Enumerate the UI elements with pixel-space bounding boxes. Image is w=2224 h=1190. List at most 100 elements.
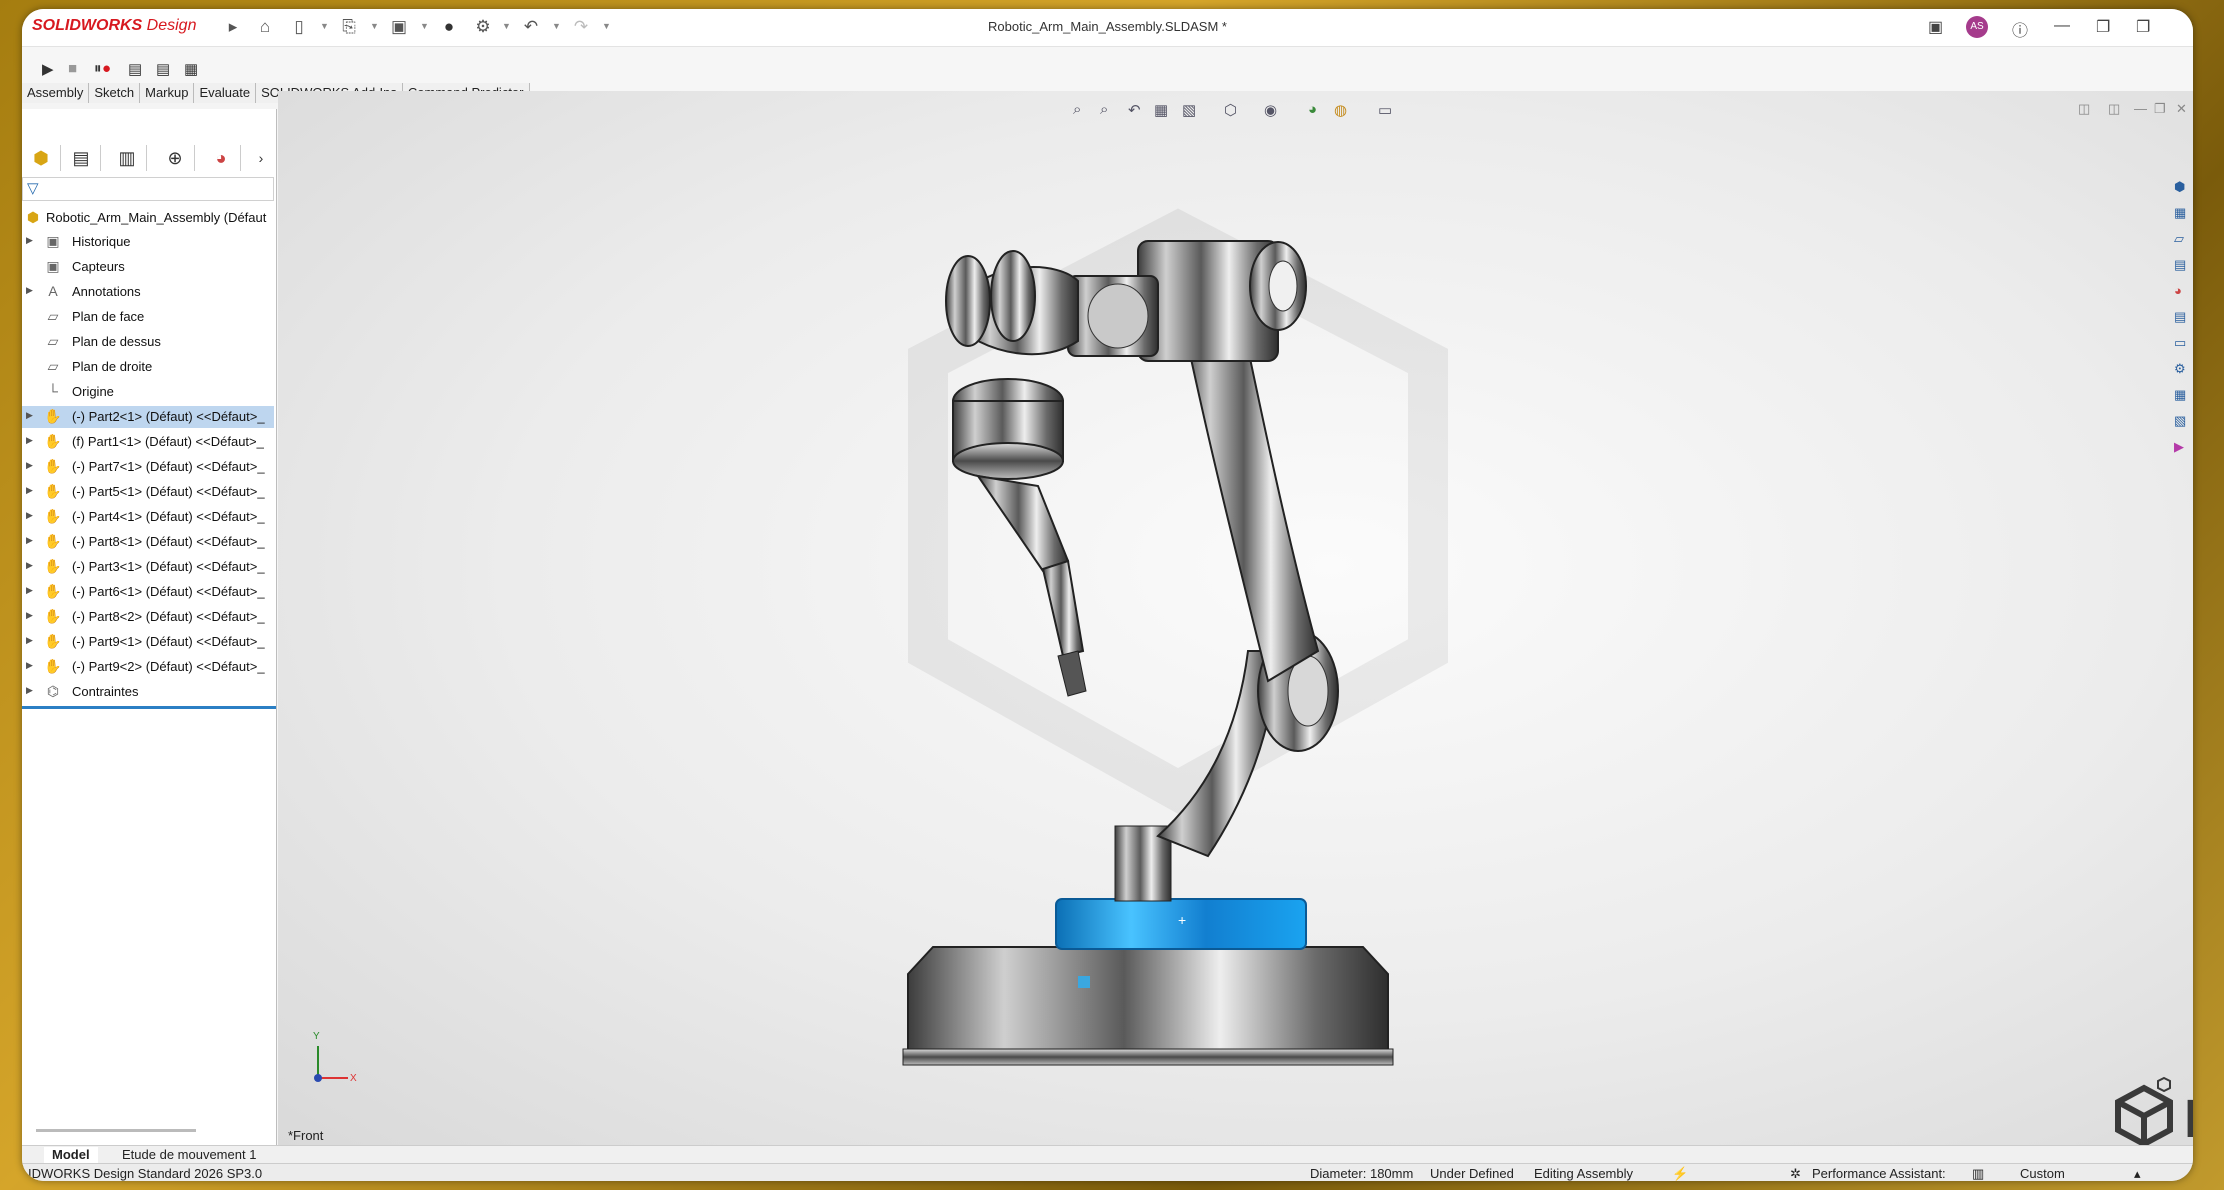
display-manager-icon[interactable]: ◕: [202, 145, 241, 171]
avatar[interactable]: AS: [1966, 16, 1988, 38]
robotic-arm-model[interactable]: +: [278, 91, 2193, 1145]
base-plate[interactable]: [902, 1048, 1394, 1066]
close-window-icon[interactable]: ❐: [2136, 17, 2150, 37]
tree-item-part5-1[interactable]: ▶ ✋ (-) Part5<1> (Défaut) <<Défaut>_: [22, 481, 274, 503]
tree-item-part9-2[interactable]: ▶ ✋ (-) Part9<2> (Défaut) <<Défaut>_: [22, 656, 274, 678]
expand-arrow-icon[interactable]: ▶: [26, 560, 33, 571]
tab-evaluate[interactable]: Evaluate: [194, 83, 257, 103]
gripper-tip: [1057, 650, 1087, 697]
tree-filter[interactable]: ▽: [22, 177, 274, 201]
performance-assistant[interactable]: Performance Assistant:: [1812, 1166, 1946, 1181]
tree-item-historique[interactable]: ▶ ▣ Historique: [22, 231, 274, 253]
graphics-viewport[interactable]: ⌕ ⌕ ↶ ▦ ▧ ⬡ ◉ ◕ ◍ ▭ ◫ ◫ — ❐ ✕ + Y X *Fro…: [278, 91, 2193, 1149]
expand-arrow-icon[interactable]: ▶: [26, 460, 33, 471]
tree-item-part4-1[interactable]: ▶ ✋ (-) Part4<1> (Défaut) <<Défaut>_: [22, 506, 274, 528]
expand-arrow-icon[interactable]: ▶: [26, 285, 33, 296]
tree-item-part3-1[interactable]: ▶ ✋ (-) Part3<1> (Défaut) <<Défaut>_: [22, 556, 274, 578]
tab-markup[interactable]: Markup: [140, 83, 195, 103]
expand-arrow-icon[interactable]: ▶: [26, 410, 33, 421]
expand-arrow-icon[interactable]: ▶: [26, 610, 33, 621]
units-icon[interactable]: ▥: [1972, 1166, 1984, 1181]
configuration-manager-icon[interactable]: ▥: [108, 145, 147, 171]
tree-item-part6-1[interactable]: ▶ ✋ (-) Part6<1> (Défaut) <<Défaut>_: [22, 581, 274, 603]
forum-icon[interactable]: ▭: [2174, 335, 2190, 351]
tree-item-part9-1[interactable]: ▶ ✋ (-) Part9<1> (Défaut) <<Défaut>_: [22, 631, 274, 653]
tab-sketch[interactable]: Sketch: [89, 83, 141, 103]
pause-record-icon[interactable]: ⏸: [94, 60, 102, 77]
macro-edit-icon[interactable]: ▤: [156, 60, 170, 78]
plane-icon: ▱: [47, 308, 59, 324]
product-version: IDWORKS Design Standard 2026 SP3.0: [28, 1166, 263, 1181]
solidworks-window: SOLIDWORKS Design ▸ ⌂ ▯ ▼ ⎘ ▼ ▣ ▼ ● ⚙ ▼ …: [22, 9, 2193, 1181]
design-library-icon[interactable]: ▦: [2174, 205, 2190, 221]
minimize-icon[interactable]: —: [2054, 17, 2070, 35]
view-palette-icon[interactable]: ▤: [2174, 257, 2190, 273]
library-icon[interactable]: ▦: [2174, 387, 2190, 403]
horizontal-scrollbar[interactable]: [36, 1129, 196, 1132]
status-bar: IDWORKS Design Standard 2026 SP3.0 Diame…: [22, 1163, 2193, 1181]
appearances-icon[interactable]: ◕: [2174, 283, 2190, 299]
performance-icon[interactable]: ✲: [1790, 1166, 1801, 1181]
assembly-icon: ⬢: [26, 209, 40, 225]
filter-icon[interactable]: ▽: [27, 179, 39, 197]
expand-arrow-icon[interactable]: ▶: [26, 535, 33, 546]
toolbox-icon[interactable]: ⚙: [2174, 361, 2190, 377]
command-prompt-icon[interactable]: ▣: [1928, 17, 1943, 37]
gripper-body[interactable]: [975, 474, 1070, 573]
expand-arrow-icon[interactable]: ▶: [26, 435, 33, 446]
macro-button-icon[interactable]: ▦: [184, 60, 198, 78]
expand-arrow-icon[interactable]: ▶: [26, 685, 33, 696]
property-manager-icon[interactable]: ▤: [62, 145, 101, 171]
ai-assistant-icon[interactable]: ▶: [2174, 439, 2190, 455]
gripper-finger[interactable]: [1041, 559, 1085, 658]
chevron-up-icon[interactable]: ▴: [2134, 1166, 2141, 1181]
record-icon[interactable]: ●: [102, 60, 111, 77]
tree-item-part8-1[interactable]: ▶ ✋ (-) Part8<1> (Défaut) <<Défaut>_: [22, 531, 274, 553]
help-icon[interactable]: ⓘ: [2012, 17, 2028, 41]
expand-arrow-icon[interactable]: ▶: [26, 485, 33, 496]
expand-arrow-icon[interactable]: ▶: [26, 235, 33, 246]
stop-icon[interactable]: ■: [68, 60, 77, 77]
expand-arrow-icon[interactable]: ▶: [26, 510, 33, 521]
watermark-text: MecAgent: [2184, 1088, 2193, 1150]
tree-item-part7-1[interactable]: ▶ ✋ (-) Part7<1> (Défaut) <<Défaut>_: [22, 456, 274, 478]
view-orientation-label: *Front: [288, 1128, 324, 1143]
restore-icon[interactable]: ❐: [2096, 17, 2110, 37]
plugin-icon[interactable]: ▧: [2174, 413, 2190, 429]
solidworks-resources-icon[interactable]: ⬢: [2174, 179, 2190, 195]
tab-assembly[interactable]: Assembly: [22, 83, 90, 103]
feature-tree-icon[interactable]: ⬢: [22, 145, 61, 171]
tree-item-plan-de-droite[interactable]: ▱ Plan de droite: [22, 356, 274, 378]
tree-item-contraintes[interactable]: ▶ ⌬ Contraintes: [22, 681, 274, 703]
part-icon: ✋: [44, 483, 62, 499]
tree-item-part8-2[interactable]: ▶ ✋ (-) Part8<2> (Défaut) <<Défaut>_: [22, 606, 274, 628]
expand-arrow-icon[interactable]: ▶: [26, 585, 33, 596]
base-housing[interactable]: [907, 946, 1389, 1062]
tab-motion-study[interactable]: Etude de mouvement 1: [114, 1147, 264, 1163]
tree-item-part1-1[interactable]: ▶ ✋ (f) Part1<1> (Défaut) <<Défaut>_: [22, 431, 274, 453]
file-explorer-icon[interactable]: ▱: [2174, 231, 2190, 247]
tree-root[interactable]: ⬢ Robotic_Arm_Main_Assembly (Défaut: [22, 207, 274, 229]
plane-icon: ▱: [47, 333, 59, 349]
tree-item-annotations[interactable]: ▶ A Annotations: [22, 281, 274, 303]
expand-arrow-icon[interactable]: ▶: [26, 660, 33, 671]
model-tabs: Model Etude de mouvement 1: [22, 1145, 2193, 1164]
macro-new-icon[interactable]: ▤: [128, 60, 142, 78]
tree-item-capteurs[interactable]: ▣ Capteurs: [22, 256, 274, 278]
part-icon: ✋: [44, 508, 62, 524]
part-icon: ✋: [44, 433, 62, 449]
expand-arrow-icon[interactable]: ▶: [26, 635, 33, 646]
tree-rollback-bar[interactable]: [22, 706, 276, 709]
tree-item-part2-1[interactable]: ▶ ✋ (-) Part2<1> (Défaut) <<Défaut>_: [22, 406, 274, 428]
tab-model[interactable]: Model: [44, 1147, 98, 1163]
tree-item-origine[interactable]: └ Origine: [22, 381, 274, 403]
dimxpert-icon[interactable]: ⊕: [156, 145, 195, 171]
tree-item-plan-de-face[interactable]: ▱ Plan de face: [22, 306, 274, 328]
tree-item-plan-de-dessus[interactable]: ▱ Plan de dessus: [22, 331, 274, 353]
chevron-right-icon[interactable]: ›: [242, 145, 280, 171]
rebuild-icon[interactable]: ⚡: [1672, 1166, 1688, 1181]
custom-properties-icon[interactable]: ▤: [2174, 309, 2190, 325]
units-selector[interactable]: Custom: [2020, 1166, 2065, 1181]
play-icon[interactable]: ▶: [42, 60, 54, 78]
title-bar: SOLIDWORKS Design ▸ ⌂ ▯ ▼ ⎘ ▼ ▣ ▼ ● ⚙ ▼ …: [22, 9, 2193, 47]
